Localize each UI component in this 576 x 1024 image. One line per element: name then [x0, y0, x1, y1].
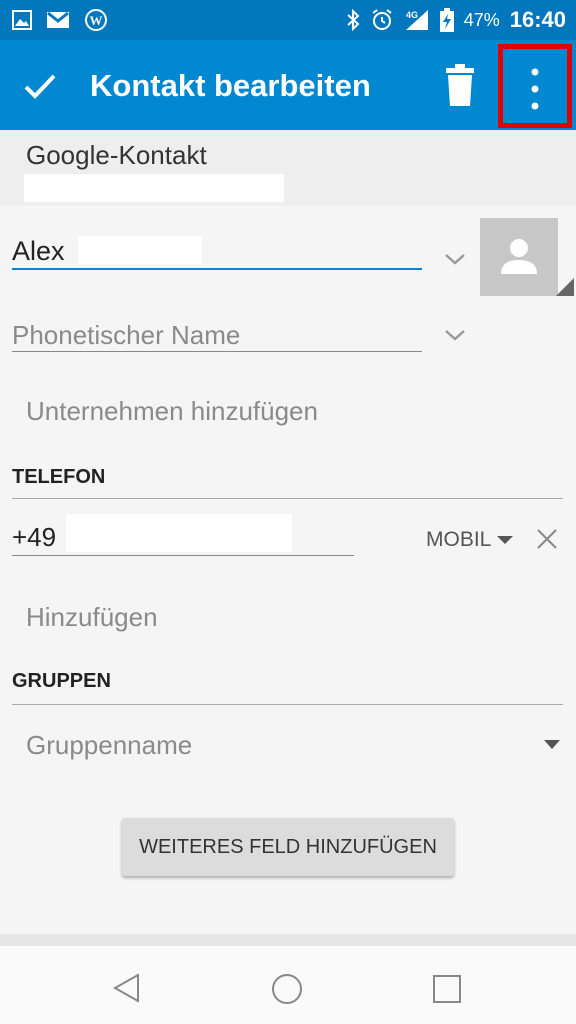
back-icon[interactable]: [112, 972, 142, 1004]
chevron-down-icon[interactable]: [443, 252, 467, 266]
wordpress-icon: W: [85, 9, 107, 31]
name-field[interactable]: Alex: [12, 236, 422, 270]
phonetic-name-placeholder: Phonetischer Name: [12, 320, 241, 350]
check-icon[interactable]: [22, 68, 58, 104]
add-company-button[interactable]: Unternehmen hinzufügen: [26, 396, 318, 427]
chevron-down-icon[interactable]: [443, 328, 467, 342]
dropdown-arrow-icon[interactable]: [544, 740, 560, 749]
page-title: Kontakt bearbeiten: [90, 68, 371, 103]
phone-type-label: MOBIL: [426, 528, 492, 551]
groups-section-heading: GRUPPEN: [12, 670, 111, 692]
group-name-field[interactable]: Gruppenname: [26, 730, 192, 761]
name-value: Alex: [12, 236, 65, 266]
phone-number-field[interactable]: +49: [12, 514, 354, 556]
navigation-bar: [0, 946, 576, 1024]
gmail-icon: [47, 11, 69, 28]
person-icon: [501, 239, 537, 274]
bluetooth-icon: [347, 9, 360, 31]
phone-section-heading: TELEFON: [12, 466, 106, 488]
recents-icon[interactable]: [432, 974, 462, 1004]
add-more-fields-button[interactable]: WEITERES FELD HINZUFÜGEN: [122, 818, 454, 876]
dropdown-arrow-icon: [497, 536, 514, 544]
trash-icon[interactable]: [444, 64, 476, 106]
app-bar: Kontakt bearbeiten: [0, 40, 576, 130]
alarm-icon: [372, 9, 392, 30]
battery-percent: 47%: [463, 9, 500, 30]
account-header: Google-Kontakt: [0, 130, 576, 206]
photo-menu-indicator: [556, 278, 574, 296]
divider: [12, 498, 563, 499]
card-bottom-edge: [0, 934, 576, 946]
signal-icon: 4G: [405, 10, 428, 30]
phone-number-value: +49: [12, 522, 57, 552]
status-bar: W 4G 47% 16:40: [0, 0, 576, 40]
phonetic-name-field[interactable]: Phonetischer Name: [12, 320, 422, 352]
more-vert-icon: [531, 68, 539, 110]
phone-type-dropdown[interactable]: MOBIL: [426, 528, 514, 552]
battery-charging-icon: [439, 8, 454, 32]
home-icon[interactable]: [270, 972, 304, 1006]
svg-text:W: W: [90, 13, 103, 28]
network-type-label: 4G: [406, 10, 418, 20]
account-type-label: Google-Kontakt: [26, 140, 207, 170]
redacted-account-email: [24, 174, 284, 202]
status-bar-notifications: W: [12, 8, 108, 32]
redacted-phone-number: [66, 514, 292, 552]
contact-photo[interactable]: [480, 218, 558, 296]
divider: [12, 704, 563, 705]
add-phone-button[interactable]: Hinzufügen: [26, 602, 158, 633]
status-bar-system: 4G 47% 16:40: [346, 6, 566, 34]
overflow-menu-button[interactable]: [498, 44, 572, 128]
redacted-name: [78, 236, 202, 264]
close-icon[interactable]: [536, 528, 558, 550]
clock: 16:40: [509, 7, 566, 32]
image-icon: [12, 10, 32, 30]
